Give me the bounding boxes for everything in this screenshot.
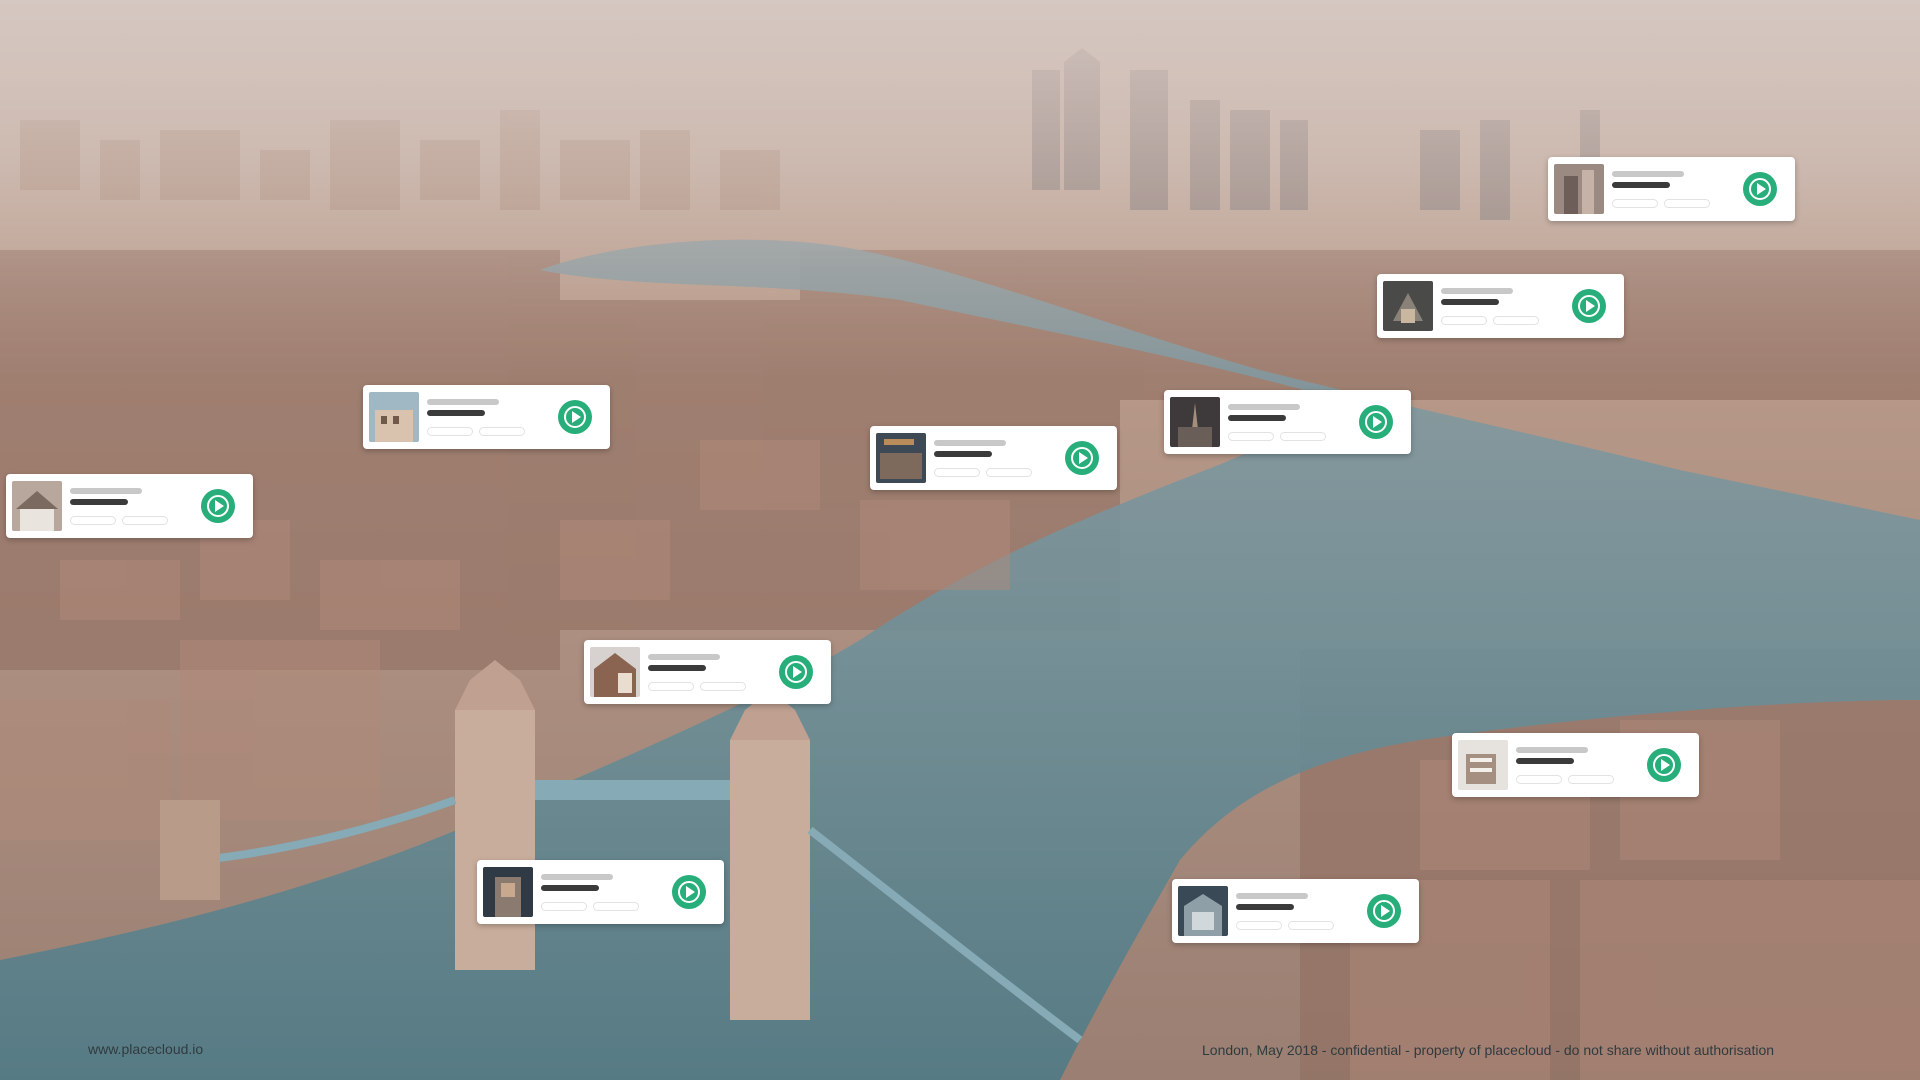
play-circle-icon[interactable] [1359, 405, 1393, 439]
place-card-greenwich[interactable] [1377, 274, 1624, 338]
tag-placeholder [427, 427, 473, 436]
title-placeholder [541, 874, 613, 880]
tag-placeholder [1236, 921, 1282, 930]
place-thumbnail [1178, 886, 1228, 936]
place-card-wapping[interactable] [1164, 390, 1411, 454]
place-thumbnail [12, 481, 62, 531]
play-circle-icon[interactable] [1647, 748, 1681, 782]
tag-placeholder [1493, 316, 1539, 325]
place-thumbnail [1383, 281, 1433, 331]
title-placeholder [70, 488, 142, 494]
place-thumbnail [876, 433, 926, 483]
place-card-shad-thames[interactable] [363, 385, 610, 449]
place-thumbnail [1170, 397, 1220, 447]
tag-placeholder [1228, 432, 1274, 441]
tag-placeholder [1280, 432, 1326, 441]
tag-placeholder [479, 427, 525, 436]
subtitle-placeholder [1228, 415, 1286, 421]
footer-website-link[interactable]: www.placecloud.io [88, 1041, 203, 1057]
title-placeholder [1441, 288, 1513, 294]
place-thumbnail [1458, 740, 1508, 790]
tag-placeholder [1612, 199, 1658, 208]
title-placeholder [1516, 747, 1588, 753]
play-circle-icon[interactable] [1065, 441, 1099, 475]
play-circle-icon[interactable] [201, 489, 235, 523]
tag-placeholder [986, 468, 1032, 477]
play-circle-icon[interactable] [672, 875, 706, 909]
tag-placeholder [1568, 775, 1614, 784]
footer-confidential-notice: London, May 2018 - confidential - proper… [1202, 1042, 1775, 1058]
place-card-bermondsey[interactable] [1172, 879, 1419, 943]
place-thumbnail [369, 392, 419, 442]
place-card-rotherhithe[interactable] [870, 426, 1117, 490]
play-circle-icon[interactable] [558, 400, 592, 434]
play-circle-icon[interactable] [1743, 172, 1777, 206]
place-thumbnail [1554, 164, 1604, 214]
subtitle-placeholder [1516, 758, 1574, 764]
tag-placeholder [593, 902, 639, 911]
play-circle-icon[interactable] [1367, 894, 1401, 928]
place-card-butlers-wharf[interactable] [584, 640, 831, 704]
tag-placeholder [1441, 316, 1487, 325]
play-circle-icon[interactable] [779, 655, 813, 689]
place-card-st-katharine[interactable] [6, 474, 253, 538]
tag-placeholder [648, 682, 694, 691]
title-placeholder [1612, 171, 1684, 177]
subtitle-placeholder [70, 499, 128, 505]
tag-placeholder [1664, 199, 1710, 208]
title-placeholder [1236, 893, 1308, 899]
subtitle-placeholder [648, 665, 706, 671]
title-placeholder [427, 399, 499, 405]
tag-placeholder [70, 516, 116, 525]
place-card-canary-wharf[interactable] [1548, 157, 1795, 221]
tag-placeholder [700, 682, 746, 691]
tag-placeholder [541, 902, 587, 911]
subtitle-placeholder [934, 451, 992, 457]
place-thumbnail [483, 867, 533, 917]
place-thumbnail [590, 647, 640, 697]
subtitle-placeholder [1236, 904, 1294, 910]
play-circle-icon[interactable] [1572, 289, 1606, 323]
tag-placeholder [1516, 775, 1562, 784]
title-placeholder [1228, 404, 1300, 410]
tag-placeholder [934, 468, 980, 477]
subtitle-placeholder [1441, 299, 1499, 305]
title-placeholder [934, 440, 1006, 446]
place-card-tower-hill[interactable] [477, 860, 724, 924]
tag-placeholder [122, 516, 168, 525]
tag-placeholder [1288, 921, 1334, 930]
title-placeholder [648, 654, 720, 660]
subtitle-placeholder [541, 885, 599, 891]
subtitle-placeholder [1612, 182, 1670, 188]
subtitle-placeholder [427, 410, 485, 416]
place-card-tower-bridge[interactable] [1452, 733, 1699, 797]
